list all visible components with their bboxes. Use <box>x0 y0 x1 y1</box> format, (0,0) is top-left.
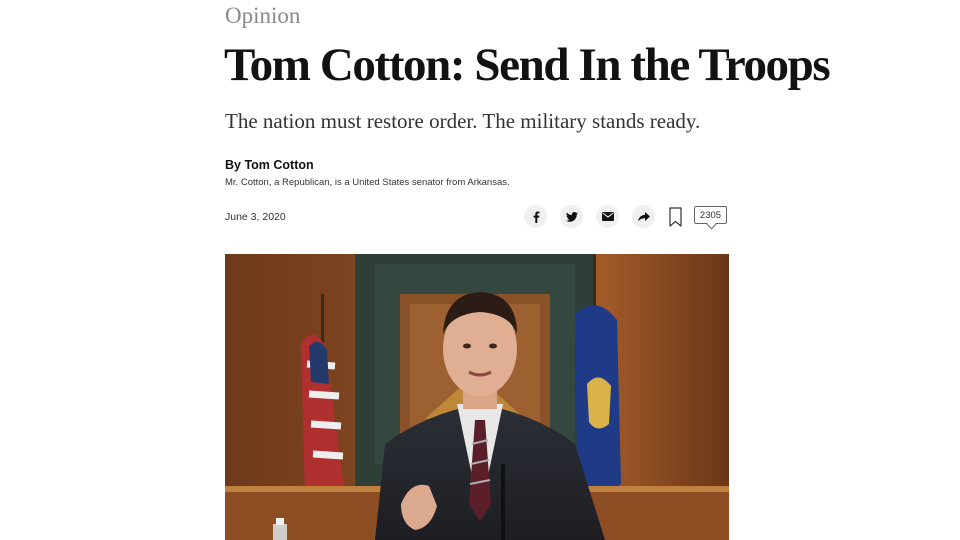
bookmark-icon <box>669 206 682 227</box>
comment-count: 2305 <box>699 209 722 221</box>
author-bio: Mr. Cotton, a Republican, is a United St… <box>225 177 510 188</box>
section-label[interactable]: Opinion <box>225 3 300 29</box>
twitter-icon <box>565 211 578 222</box>
article-summary: The nation must restore order. The milit… <box>225 109 701 133</box>
byline[interactable]: By Tom Cotton <box>225 158 314 172</box>
save-article-button[interactable] <box>667 205 684 228</box>
share-facebook-button[interactable] <box>524 205 547 228</box>
lead-photo <box>225 254 729 540</box>
publish-date: June 3, 2020 <box>225 211 286 223</box>
share-more-button[interactable] <box>632 205 655 228</box>
share-arrow-icon <box>637 211 650 221</box>
comments-button[interactable]: 2305 <box>694 206 727 224</box>
article-headline: Tom Cotton: Send In the Troops <box>224 39 831 91</box>
facebook-icon <box>533 211 539 223</box>
email-icon <box>601 212 614 221</box>
share-email-button[interactable] <box>596 205 619 228</box>
share-twitter-button[interactable] <box>560 205 583 228</box>
